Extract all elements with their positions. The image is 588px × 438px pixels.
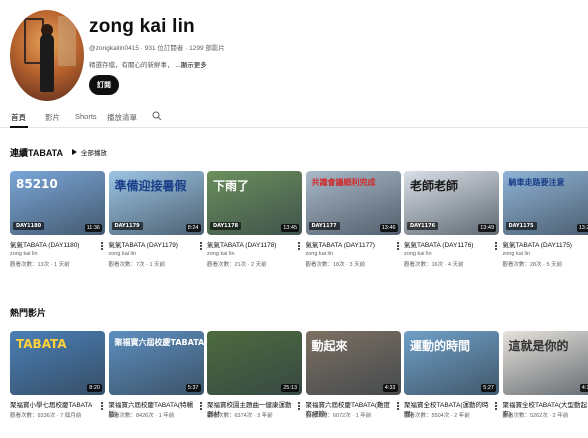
tab-home[interactable]: 首頁 — [11, 112, 26, 123]
video-duration: 5:27 — [481, 384, 496, 392]
video-duration: 8:20 — [87, 384, 102, 392]
video-title[interactable]: 氣氣TABATA (DAY1180) — [10, 241, 98, 250]
video-thumbnail[interactable]: 準備迎接暑假 DAY1179 8:24 — [108, 171, 204, 235]
video-stats: 觀看次數：6374次 · 3 年前 — [207, 413, 273, 419]
video-thumbnail[interactable]: 25:13 — [207, 331, 302, 395]
thumbnail-caption: 運動的時間 — [410, 339, 471, 353]
thumbnail-caption: 老師老師 — [410, 179, 459, 193]
thumbnail-caption: 騎車走路要注意 — [508, 178, 565, 187]
video-stats: 觀看次數：8426次 · 1 年前 — [108, 413, 175, 419]
video-channel-name[interactable]: zong kai lin — [10, 251, 38, 257]
video-stats: 觀看次數：6072次 · 1 年前 — [305, 413, 372, 419]
video-thumbnail[interactable]: 老師老師 DAY1176 13:49 — [404, 171, 499, 235]
video-channel-name[interactable]: zong kai lin — [503, 251, 531, 257]
video-title[interactable]: 氣氣TABATA (DAY1179) — [109, 241, 197, 250]
show-more-link[interactable]: ...顯示更多 — [175, 62, 206, 69]
video-channel-name[interactable]: zong kai lin — [404, 251, 432, 257]
more-actions-icon[interactable] — [199, 402, 202, 410]
video-stats: 觀看次數：7次 · 1 天前 — [108, 262, 166, 268]
video-thumbnail[interactable]: 這就是你的 4:19 — [502, 331, 588, 395]
video-thumbnail[interactable]: 下雨了 DAY1178 13:45 — [207, 171, 302, 235]
thumbnail-day-tag: DAY1176 — [407, 222, 439, 230]
more-actions-icon[interactable] — [298, 402, 300, 410]
tab-shorts[interactable]: Shorts — [75, 112, 97, 121]
more-actions-icon[interactable] — [101, 242, 103, 250]
video-thumbnail[interactable]: 聚福寶六屆校慶TABATA 5:37 — [108, 331, 204, 395]
avatar-decor — [58, 16, 76, 66]
play-all-label: 全部播放 — [81, 150, 107, 157]
thumbnail-day-tag: DAY1180 — [13, 222, 45, 230]
video-channel-name[interactable]: zong kai lin — [306, 251, 334, 257]
subscribe-button[interactable]: 訂閱 — [89, 75, 119, 95]
video-thumbnail[interactable]: 騎車走路要注意 DAY1175 13:25 — [502, 171, 588, 235]
thumbnail-caption: 共識會議順利完成 — [311, 178, 376, 187]
more-actions-icon[interactable] — [495, 402, 497, 410]
video-title[interactable]: 氣氣TABATA (DAY1177) — [306, 241, 394, 250]
video-channel-name[interactable]: zong kai lin — [109, 251, 137, 257]
video-row: 85210 DAY1180 11:36 氣氣TABATA (DAY1180) zong … — [10, 171, 588, 281]
search-icon[interactable] — [152, 111, 162, 121]
section-title: 連續TABATA — [10, 148, 63, 158]
video-duration: 13:45 — [281, 224, 299, 232]
video-title[interactable]: 氣氣TABATA (DAY1176) — [404, 241, 492, 250]
thumbnail-caption: 這就是你的 — [508, 339, 569, 353]
video-duration: 4:33 — [382, 384, 398, 392]
video-stats: 觀看次數：9336次 · 7 個月前 — [10, 413, 82, 419]
thumbnail-caption: TABATA — [16, 337, 67, 351]
section-title: 熱門影片 — [10, 308, 47, 318]
tab-videos[interactable]: 影片 — [45, 112, 60, 123]
channel-desc-text: 精選存檔，有關心的新鮮事， — [89, 62, 174, 69]
video-stats: 觀看次數：13次 · 1 天前 — [10, 262, 70, 268]
video-title[interactable]: 氣氣TABATA (DAY1178) — [207, 241, 295, 250]
channel-name: zong kai lin — [89, 16, 195, 37]
more-actions-icon[interactable] — [199, 242, 202, 250]
video-duration: 13:49 — [478, 224, 496, 232]
video-duration: 11:36 — [84, 224, 102, 232]
thumbnail-caption: 下雨了 — [213, 179, 250, 193]
video-stats: 觀看次數：5504次 · 2 年前 — [404, 413, 470, 419]
video-title[interactable]: 氣氣TABATA (DAY1175) — [503, 241, 588, 250]
video-duration: 4:19 — [579, 384, 588, 392]
video-stats: 觀看次數：18次 · 3 天前 — [305, 262, 366, 268]
play-icon — [72, 149, 77, 155]
video-stats: 觀看次數：28次 · 5 天前 — [502, 262, 563, 268]
video-channel-name[interactable]: zong kai lin — [207, 251, 235, 257]
more-actions-icon[interactable] — [396, 242, 399, 250]
video-stats: 觀看次數：16次 · 4 天前 — [404, 262, 464, 268]
thumbnail-caption: 準備迎接暑假 — [114, 179, 187, 193]
thumbnail-caption: 聚福寶六屆校慶TABATA — [114, 338, 204, 347]
video-duration: 13:46 — [379, 224, 398, 232]
video-thumbnail[interactable]: 85210 DAY1180 11:36 — [10, 171, 105, 235]
video-stats: 觀看次數：21次 · 2 天前 — [207, 262, 267, 268]
more-actions-icon[interactable] — [298, 242, 300, 250]
video-duration: 25:13 — [281, 384, 299, 392]
video-duration: 5:37 — [185, 384, 201, 392]
active-tab-indicator — [10, 126, 28, 128]
channel-tabs: 首頁 影片 Shorts 播放清單 — [0, 108, 588, 128]
video-thumbnail[interactable]: 動起來 4:33 — [305, 331, 401, 395]
channel-description[interactable]: 精選存檔，有關心的新鮮事， ...顯示更多 — [89, 59, 207, 69]
more-actions-icon[interactable] — [101, 402, 103, 410]
more-actions-icon[interactable] — [396, 402, 399, 410]
thumbnail-day-tag: DAY1179 — [111, 222, 143, 230]
video-title[interactable]: 聚福寶小學七屆校慶TABATA — [10, 401, 98, 410]
video-stats: 觀看次數：5262次 · 2 年前 — [502, 413, 569, 419]
thumbnail-day-tag: DAY1177 — [308, 222, 340, 230]
channel-avatar[interactable] — [10, 10, 84, 101]
thumbnail-caption: 動起來 — [311, 339, 348, 353]
video-row: TABATA 8:20 聚福寶小學七屆校慶TABATA 觀看次數：9336次 · 7 … — [10, 331, 588, 438]
thumbnail-day-tag: DAY1178 — [210, 222, 242, 230]
video-thumbnail[interactable]: 共識會議順利完成 DAY1177 13:46 — [305, 171, 401, 235]
thumbnail-day-tag: DAY1175 — [505, 222, 537, 230]
channel-meta: @zongkailin0415 · 931 位訂閱者 · 1299 部影片 — [89, 45, 225, 52]
thumbnail-caption: 85210 — [16, 177, 58, 191]
more-actions-icon[interactable] — [495, 242, 497, 250]
tab-playlists[interactable]: 播放清單 — [107, 112, 137, 123]
video-duration: 13:25 — [576, 224, 588, 232]
avatar-decor — [40, 34, 54, 92]
video-thumbnail[interactable]: TABATA 8:20 — [10, 331, 105, 395]
video-thumbnail[interactable]: 運動的時間 5:27 — [404, 331, 499, 395]
video-duration: 8:24 — [185, 224, 201, 232]
play-all-button[interactable]: 全部播放 — [72, 147, 107, 157]
